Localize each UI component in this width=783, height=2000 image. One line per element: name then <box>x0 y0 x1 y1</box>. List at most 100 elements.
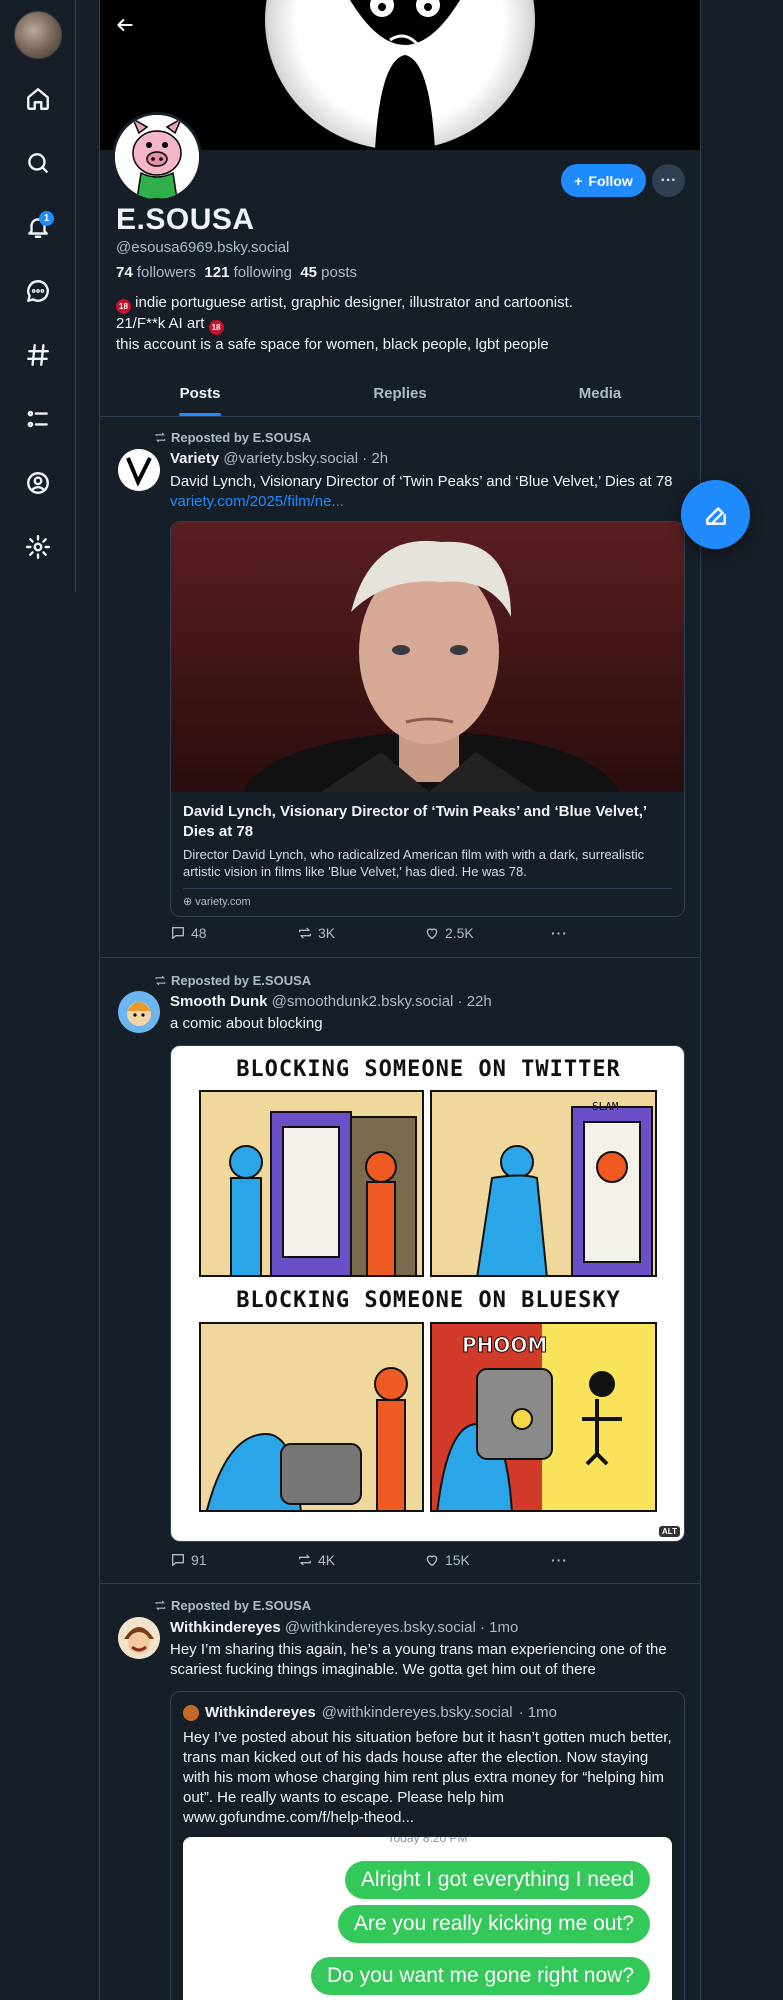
home-icon[interactable] <box>22 83 54 115</box>
quoted-post-text: Hey I’ve posted about his situation befo… <box>183 1729 672 1826</box>
notifications-bell-icon[interactable]: 1 <box>22 211 54 243</box>
post-header: Smooth Dunk @smoothdunk2.bsky.social · 2… <box>170 993 492 1010</box>
post-time[interactable]: · 1mo <box>480 1619 518 1636</box>
following-link[interactable]: 121 following <box>204 264 292 281</box>
post-more-button[interactable]: ··· <box>551 1552 590 1568</box>
heart-icon <box>426 928 438 939</box>
post-header: Variety @variety.bsky.social · 2h <box>170 450 388 467</box>
link-preview-title: David Lynch, Visionary Director of ‘Twin… <box>183 803 647 840</box>
variety-logo-icon <box>118 449 160 491</box>
quoted-post-time: · 1mo <box>518 1704 557 1721</box>
comic-image[interactable]: BLOCKING SOMEONE ON TWITTER SLAM BLOCKIN… <box>170 1045 685 1542</box>
quoted-author-avatar <box>183 1704 199 1721</box>
age-18-icon: 18 <box>116 299 131 314</box>
repost-indicator: Reposted by E.SOUSA <box>154 430 311 445</box>
sms-timestamp: Today 8:20 PM <box>387 1837 468 1845</box>
reply-icon <box>172 927 184 939</box>
feed-post[interactable]: Reposted by E.SOUSA Withkindereyes @with… <box>100 1584 700 2000</box>
post-link[interactable]: variety.com/2025/film/ne... <box>170 493 344 510</box>
profile-bio: 18 indie portuguese artist, graphic desi… <box>116 293 676 355</box>
sfx-slam: SLAM <box>592 1100 619 1113</box>
link-preview-card[interactable]: David Lynch, Visionary Director of ‘Twin… <box>170 521 685 917</box>
quoted-author-name: Withkindereyes <box>205 1704 316 1721</box>
comic-panel-art <box>229 1111 417 1275</box>
quoted-post[interactable]: Withkindereyes @withkindereyes.bsky.soci… <box>170 1691 685 2000</box>
author-handle[interactable]: @variety.bsky.social <box>223 450 358 467</box>
cartoon-avatar-icon <box>118 1617 160 1659</box>
reply-button[interactable]: 48 <box>170 925 297 941</box>
comic-heading-twitter: BLOCKING SOMEONE ON TWITTER <box>236 1057 621 1082</box>
age-18-icon: 18 <box>208 320 224 335</box>
bio-line-2: 21/F**k AI art <box>116 315 205 332</box>
post-time[interactable]: · 22h <box>458 993 492 1010</box>
compose-button[interactable] <box>681 480 750 549</box>
tab-media[interactable]: Media <box>500 370 700 416</box>
heart-icon <box>426 1555 438 1566</box>
post-header: Withkindereyes @withkindereyes.bsky.soci… <box>170 1619 518 1636</box>
profile-icon[interactable] <box>22 467 54 499</box>
author-name[interactable]: Withkindereyes <box>170 1619 281 1636</box>
comic-panel <box>199 1090 424 1277</box>
author-name[interactable]: Smooth Dunk <box>170 993 268 1010</box>
profile-display-name: E.SOUSA <box>116 203 255 236</box>
comic-panel-art: PHOOM <box>432 1324 655 1510</box>
feeds-hash-icon[interactable] <box>22 339 54 371</box>
repost-indicator: Reposted by E.SOUSA <box>154 973 311 988</box>
post-time[interactable]: · 2h <box>362 450 388 467</box>
chat-icon[interactable] <box>22 275 54 307</box>
quoted-author-handle: @withkindereyes.bsky.social <box>321 1704 513 1721</box>
followers-link[interactable]: 74 followers <box>116 264 196 281</box>
profile-avatar[interactable] <box>112 112 202 202</box>
posts-count: 45 posts <box>300 264 358 281</box>
comic-panel: SLAM <box>430 1090 657 1277</box>
author-avatar[interactable] <box>118 449 160 491</box>
quoted-post-header: Withkindereyes @withkindereyes.bsky.soci… <box>183 1704 557 1721</box>
settings-gear-icon[interactable] <box>22 531 54 563</box>
author-avatar[interactable] <box>118 1617 160 1659</box>
sms-bubble: Alright I got everything I need <box>344 1861 650 1899</box>
author-avatar[interactable] <box>118 991 160 1033</box>
feed-post[interactable]: Reposted by E.SOUSA Smooth Dunk @smoothd… <box>100 958 700 1584</box>
ellipsis-icon: ··· <box>660 171 677 189</box>
comic-panel-art: SLAM <box>476 1100 653 1275</box>
feed-post[interactable]: Reposted by E.SOUSA Variety @variety.bsk… <box>100 417 700 958</box>
reply-icon <box>172 1554 184 1566</box>
author-handle[interactable]: @smoothdunk2.bsky.social <box>272 993 454 1010</box>
profile-handle: @esousa6969.bsky.social <box>116 239 290 256</box>
post-text: David Lynch, Visionary Director of ‘Twin… <box>170 473 673 510</box>
like-button[interactable]: 2.5K <box>424 925 551 941</box>
back-arrow-icon[interactable] <box>110 10 140 40</box>
pig-avatar-illustration <box>115 115 199 199</box>
follow-button[interactable]: + Follow <box>561 164 646 197</box>
repost-icon <box>155 1600 166 1611</box>
portrait-photo <box>241 540 621 872</box>
search-icon[interactable] <box>22 147 54 179</box>
more-options-button[interactable]: ··· <box>652 164 685 197</box>
post-text: a comic about blocking <box>170 1015 323 1032</box>
lists-icon[interactable] <box>22 403 54 435</box>
comic-panel: PHOOM <box>430 1322 657 1512</box>
post-text: Hey I’m sharing this again, he’s a young… <box>170 1641 667 1678</box>
author-handle[interactable]: @withkindereyes.bsky.social <box>285 1619 476 1636</box>
comic-panel-art <box>206 1367 408 1510</box>
cartoon-avatar-icon <box>118 991 160 1033</box>
tab-replies[interactable]: Replies <box>300 370 500 416</box>
alt-text-badge[interactable]: ALT <box>659 1526 680 1537</box>
repost-button[interactable]: 4K <box>297 1552 424 1568</box>
repost-icon <box>155 432 166 443</box>
like-button[interactable]: 15K <box>424 1552 551 1568</box>
repost-button[interactable]: 3K <box>297 925 424 941</box>
profile-stats: 74 followers 121 following 45 posts <box>116 264 357 281</box>
repost-icon <box>155 975 166 986</box>
quoted-post-image[interactable]: Today 8:20 PM Alright I got everything I… <box>183 1837 672 2000</box>
plus-icon: + <box>574 172 583 189</box>
bio-line-1: indie portuguese artist, graphic designe… <box>135 294 573 311</box>
post-actions: 48 3K 2.5K ··· <box>170 925 590 941</box>
sms-bubble: Do you want me gone right now? <box>310 1957 650 1995</box>
reply-button[interactable]: 91 <box>170 1552 297 1568</box>
author-name[interactable]: Variety <box>170 450 219 467</box>
post-more-button[interactable]: ··· <box>551 925 590 941</box>
tab-posts[interactable]: Posts <box>100 370 300 416</box>
my-avatar[interactable] <box>14 11 62 59</box>
link-preview-description: Director David Lynch, who radicalized Am… <box>183 847 645 879</box>
